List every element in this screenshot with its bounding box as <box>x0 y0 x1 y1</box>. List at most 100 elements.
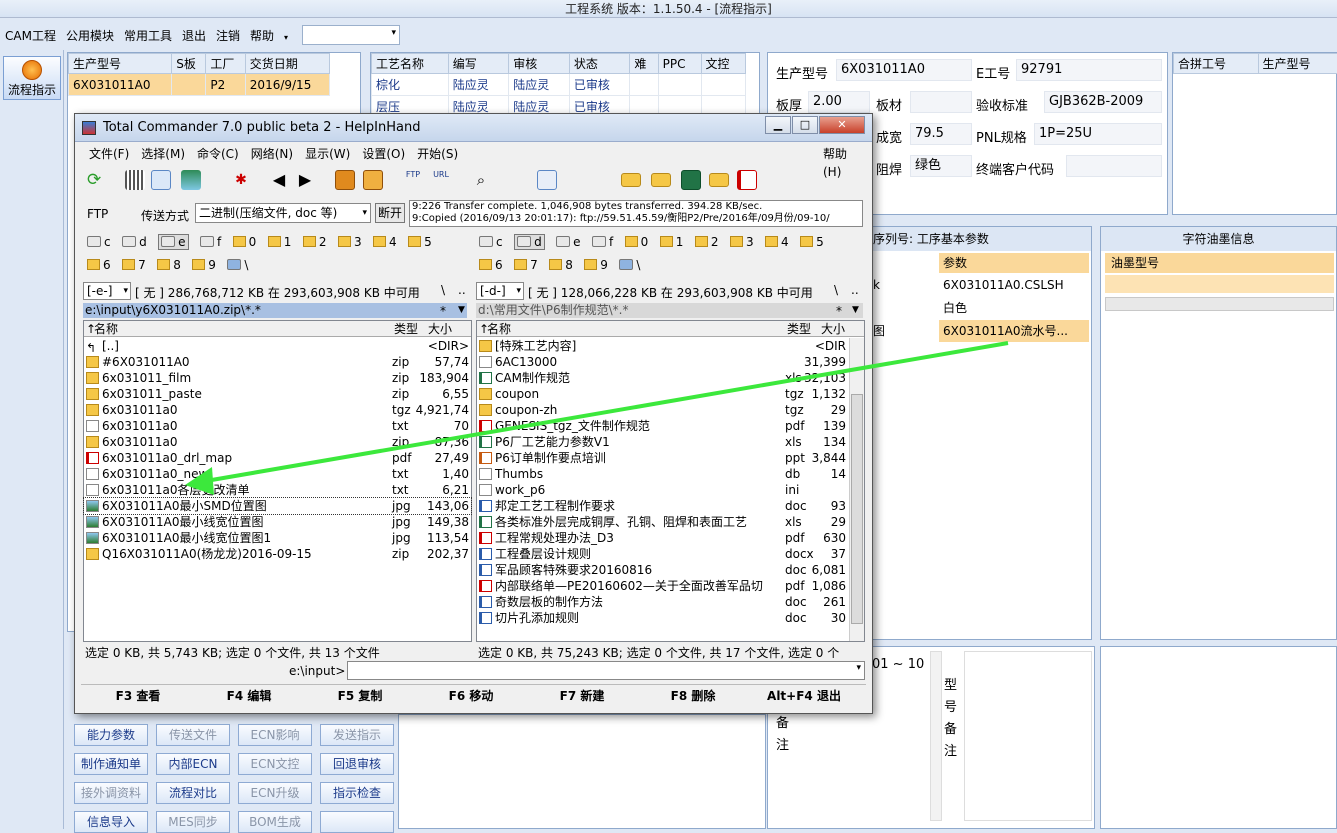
f7-new-button[interactable]: F7 新建 <box>527 686 637 706</box>
tc-menu-net[interactable]: 网络(N) <box>245 145 299 163</box>
ftp-log[interactable]: 9:226 Transfer complete. 1,046,908 bytes… <box>409 200 863 227</box>
col-model[interactable]: 生产型号 <box>67 53 173 74</box>
drive-4[interactable]: 4 <box>373 235 397 249</box>
drive-2[interactable]: 2 <box>694 235 719 249</box>
chevron-down-icon[interactable]: ▼ <box>458 305 465 315</box>
col-doc[interactable]: 文控 <box>700 53 747 74</box>
vertical-scrollbar[interactable] <box>849 338 864 641</box>
file-row[interactable]: P6厂工艺能力参数V1 xls 134 <box>477 434 864 450</box>
capability-button[interactable]: 能力参数 <box>74 724 148 746</box>
col-ppc[interactable]: PPC <box>657 53 702 74</box>
external-data-button[interactable]: 接外调资料 <box>74 782 148 804</box>
file-row[interactable]: 6x031011a0各层更改清单 txt 6,21 <box>84 482 471 498</box>
drive-3[interactable]: 3 <box>729 235 754 249</box>
drive-d[interactable]: d <box>122 235 147 249</box>
vertical-scrollbar[interactable] <box>930 651 942 821</box>
drive-4[interactable]: 4 <box>765 235 789 249</box>
drive-e[interactable]: e <box>158 234 189 250</box>
menu-cam[interactable]: CAM工程 <box>0 25 61 47</box>
drive-6[interactable]: 6 <box>479 258 503 272</box>
drive-6[interactable]: 6 <box>87 258 111 272</box>
file-row[interactable]: 工程叠层设计规则 docx 37 <box>477 546 864 562</box>
network-drive[interactable]: \ <box>227 258 248 272</box>
file-row[interactable]: coupon tgz 1,132 <box>477 386 864 402</box>
tc-menu-start[interactable]: 开始(S) <box>411 145 464 163</box>
left-path[interactable]: e:\input\y6X031011A0.zip\*.* <box>83 303 467 318</box>
forward-icon[interactable]: ▶ <box>295 170 315 190</box>
file-row[interactable]: 6x031011a0_new txt 1,40 <box>84 466 471 482</box>
f3-view-button[interactable]: F3 查看 <box>83 686 193 706</box>
file-row[interactable]: 内部联络单—PE20160602—关于全面改善军品切 pdf 1,086 <box>477 578 864 594</box>
horizontal-scrollbar[interactable] <box>1105 297 1334 311</box>
menu-public[interactable]: 公用模块 <box>61 25 119 47</box>
drive-d[interactable]: d <box>514 234 545 250</box>
flow-button[interactable]: 流程指示 <box>3 56 61 100</box>
rollback-review-button[interactable]: 回退审核 <box>320 753 394 775</box>
filter-icon[interactable]: * <box>440 304 446 318</box>
ftp-icon[interactable]: FTP <box>403 170 423 190</box>
file-row[interactable]: 工程常规处理办法_D3 pdf 630 <box>477 530 864 546</box>
calculator-icon[interactable] <box>537 170 557 190</box>
f5-copy-button[interactable]: F5 复制 <box>305 686 415 706</box>
file-row[interactable]: 6x031011a0 tgz 4,921,74 <box>84 402 471 418</box>
remark-textbox[interactable] <box>964 651 1092 821</box>
tc-menu-view[interactable]: 显示(W) <box>299 145 356 163</box>
internal-ecn-button[interactable]: 内部ECN <box>156 753 230 775</box>
drive-c[interactable]: c <box>479 235 503 249</box>
chevron-down-icon[interactable]: ▼ <box>852 305 859 315</box>
f4-edit-button[interactable]: F4 编辑 <box>194 686 304 706</box>
file-row[interactable]: 切片孔添加规则 doc 30 <box>477 610 864 626</box>
invert-selection-icon[interactable]: ✱ <box>231 170 251 190</box>
left-file-panel[interactable]: ↑ 名称 类型 大小 ↰ [..] <DIR> #6X031011A0 zip 57,74… <box>83 320 472 642</box>
blank-button[interactable] <box>320 811 394 833</box>
col-size[interactable]: 大小 <box>428 321 452 337</box>
file-row[interactable]: 6x031011a0_drl_map pdf 27,49 <box>84 450 471 466</box>
menu-logout[interactable]: 注销 <box>211 25 245 47</box>
ink-col-header[interactable]: 油墨型号 <box>1105 253 1334 273</box>
file-row[interactable]: CAM制作规范 xls 32,103 <box>477 370 864 386</box>
tc-menu-settings[interactable]: 设置(O) <box>356 145 411 163</box>
file-row[interactable]: #6X031011A0 zip 57,74 <box>84 354 471 370</box>
col-difficulty[interactable]: 难 <box>629 53 659 74</box>
disconnect-button[interactable]: 断开 <box>375 203 405 223</box>
col-factory[interactable]: 工厂 <box>205 53 246 74</box>
folder-icon[interactable] <box>621 173 641 187</box>
col-merge-model[interactable]: 生产型号 <box>1257 53 1337 74</box>
search-icon[interactable]: ⌕ <box>471 170 491 190</box>
drive-0[interactable]: 0 <box>624 235 648 249</box>
col-name[interactable]: 名称 <box>94 321 118 337</box>
transfer-mode-select[interactable]: 二进制(压缩文件, doc 等) ▾ <box>195 203 371 223</box>
send-file-button[interactable]: 传送文件 <box>156 724 230 746</box>
info-import-button[interactable]: 信息导入 <box>74 811 148 833</box>
folder-icon[interactable] <box>709 173 729 187</box>
parent-icon[interactable]: .. <box>458 283 466 297</box>
drive-f[interactable]: f <box>591 235 613 249</box>
col-status[interactable]: 状态 <box>568 53 631 74</box>
tc-menu-file[interactable]: 文件(F) <box>83 145 135 163</box>
command-input[interactable]: ▾ <box>347 661 865 680</box>
back-icon[interactable]: ◀ <box>269 170 289 190</box>
drive-9[interactable]: 9 <box>584 258 608 272</box>
drive-5[interactable]: 5 <box>800 235 824 249</box>
file-row[interactable]: 6x031011a0 txt 70 <box>84 418 471 434</box>
drive-f[interactable]: f <box>199 235 221 249</box>
notice-button[interactable]: 制作通知单 <box>74 753 148 775</box>
unpack-icon[interactable] <box>363 170 383 190</box>
refresh-icon[interactable]: ⟳ <box>87 170 107 190</box>
table-row[interactable]: 6X031011A0 P2 2016/9/15 <box>67 73 331 96</box>
file-row[interactable]: 6x031011_film zip 183,904 <box>84 370 471 386</box>
file-row[interactable]: 奇数层板的制作方法 doc 261 <box>477 594 864 610</box>
right-drive-select[interactable]: [-d-] ▾ <box>476 282 524 300</box>
root-icon[interactable]: \ <box>441 283 445 297</box>
file-row[interactable]: 6X031011A0最小线宽位置图 jpg 149,38 <box>84 514 471 530</box>
maximize-icon[interactable]: □ <box>792 116 818 134</box>
file-row[interactable]: 6X031011A0最小线宽位置图1 jpg 113,54 <box>84 530 471 546</box>
f6-move-button[interactable]: F6 移动 <box>416 686 526 706</box>
file-row[interactable]: 军品顾客特殊要求20160816 doc 6,081 <box>477 562 864 578</box>
file-row[interactable]: 各类标准外层完成铜厚、孔铜、阻焊和表面工艺 xls 29 <box>477 514 864 530</box>
file-row[interactable]: work_p6 ini <box>477 482 864 498</box>
drive-7[interactable]: 7 <box>122 258 146 272</box>
tc-titlebar[interactable]: Total Commander 7.0 public beta 2 - Help… <box>75 114 872 142</box>
ecn-upgrade-button[interactable]: ECN升级 <box>238 782 312 804</box>
left-drive-select[interactable]: [-e-] ▾ <box>83 282 131 300</box>
